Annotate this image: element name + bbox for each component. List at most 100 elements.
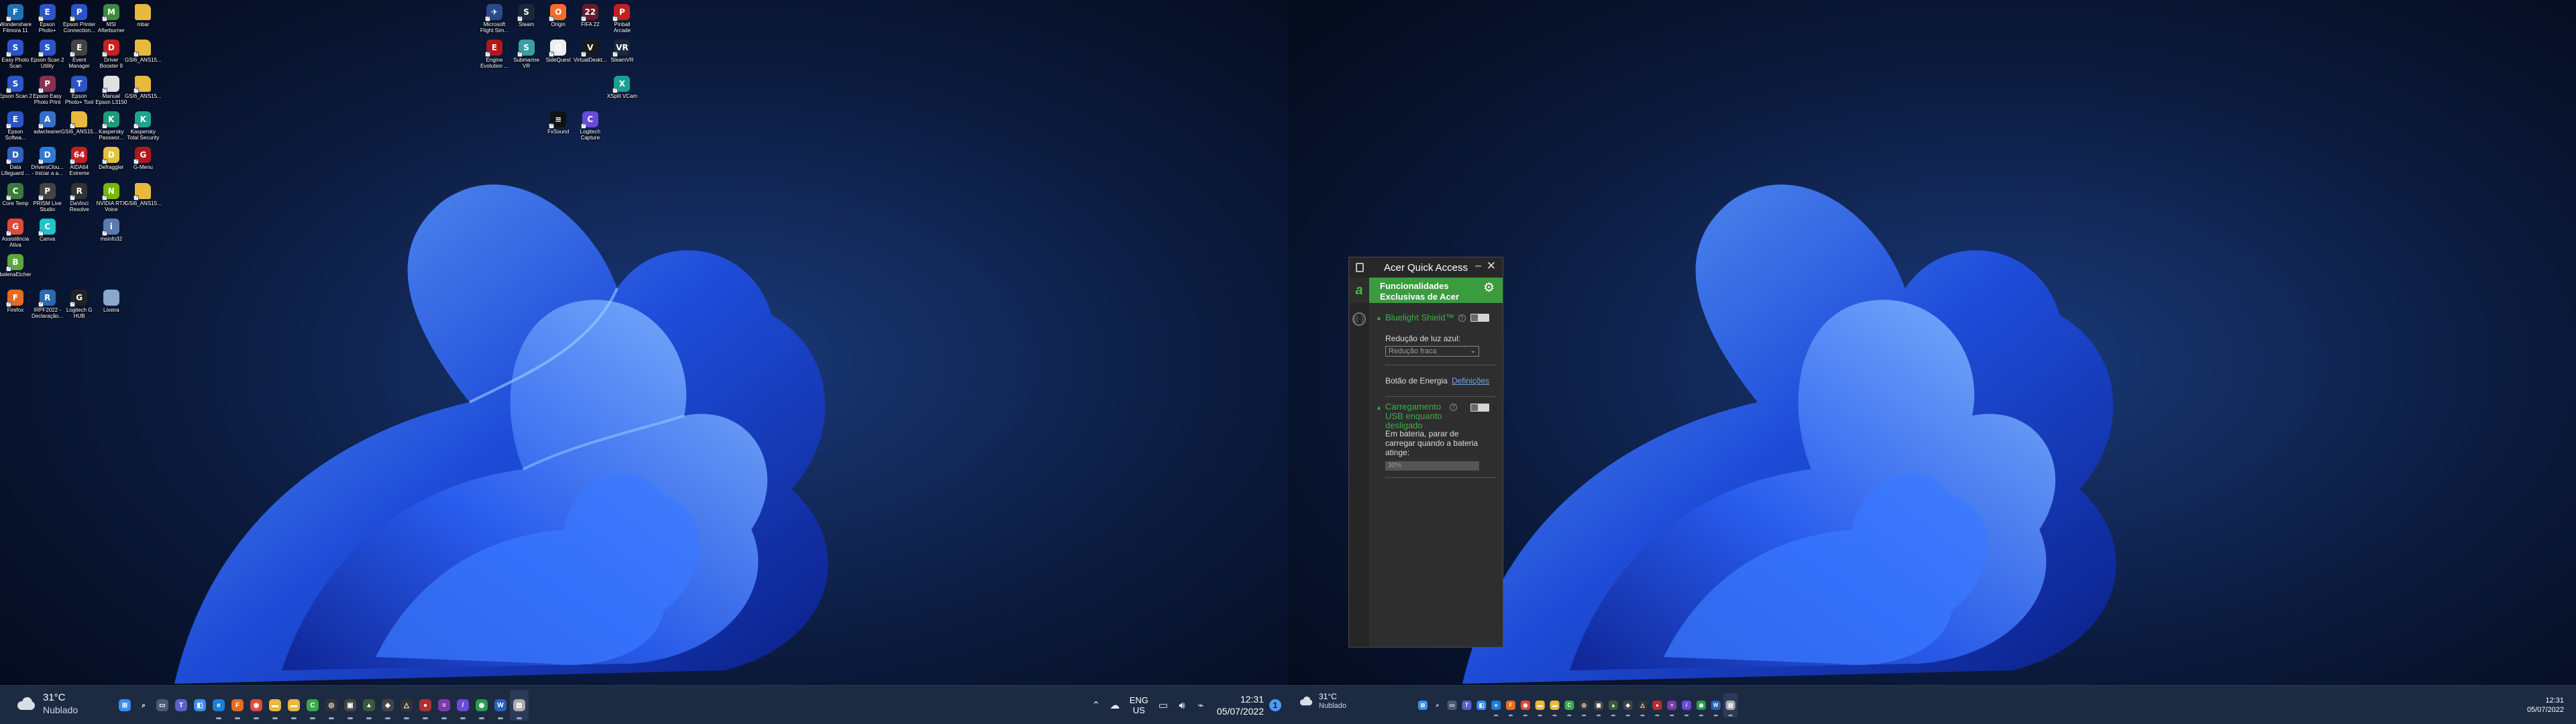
taskbar-button[interactable]: △ — [397, 690, 416, 721]
desktop-icon[interactable]: 22 ↗ FIFA 22 — [574, 1, 606, 38]
desktop-icon[interactable]: M ↗ MSI Afterburner — [95, 1, 127, 38]
desktop-icon[interactable]: ↗ GSI6_ANS15... — [125, 73, 162, 109]
desktop-icon[interactable]: K ↗ Kaspersky Passwor... — [95, 109, 127, 145]
desktop-icon[interactable]: F ↗ Firefox — [0, 287, 32, 323]
taskbar-button[interactable]: ◎ — [322, 690, 341, 721]
desktop-icon[interactable]: X ↗ XSplit VCam — [606, 73, 638, 109]
taskbar-button[interactable]: ◉ — [247, 690, 266, 721]
language-indicator[interactable]: ENG US — [1130, 695, 1148, 715]
desktop-icon[interactable]: P ↗ Epson Easy Photo Print — [32, 73, 64, 109]
taskbar-button[interactable]: ● — [1650, 693, 1664, 717]
desktop-icon[interactable]: S ↗ Easy Photo Scan — [0, 37, 32, 73]
taskbar-button[interactable]: e — [1489, 693, 1503, 717]
usb-charging-toggle[interactable] — [1470, 404, 1489, 412]
desktop-icon[interactable]: C ↗ Canva — [32, 216, 64, 252]
taskbar-button[interactable]: △ — [1635, 693, 1650, 717]
taskbar-button[interactable]: W — [491, 690, 510, 721]
taskbar-button[interactable]: ▣ — [341, 690, 360, 721]
minimize-button[interactable]: – — [1475, 260, 1481, 272]
desktop-icon[interactable]: P ↗ Pinball Arcade — [606, 1, 638, 38]
taskbar-button[interactable]: F — [228, 690, 247, 721]
taskbar-button[interactable]: ◉ — [472, 690, 491, 721]
desktop-icon[interactable]: D ↗ Data Lifeguard ... — [0, 144, 32, 180]
chevron-up-icon[interactable]: ⌃ — [1087, 696, 1106, 715]
desktop-icon[interactable]: A ↗ adwcleaner — [32, 109, 64, 145]
desktop-icon[interactable]: D ↗ DriversClou... - Iniciar a a... — [31, 144, 64, 180]
gear-icon[interactable]: ⚙ — [1483, 282, 1495, 294]
desktop-icon[interactable]: E ↗ Epson Photo+ — [32, 1, 64, 38]
taskbar-button[interactable]: T — [172, 690, 191, 721]
desktop-icon[interactable]: ✈ ↗ Microsoft Flight Sim... — [478, 1, 511, 38]
desktop-icon[interactable]: E ↗ Epson Softwa... — [0, 109, 32, 145]
desktop-icon[interactable]: ↗ GSI6_ANS15... — [125, 180, 162, 217]
taskbar-button[interactable]: ⌕ — [134, 690, 153, 721]
desktop-icon[interactable]: E ↗ Engine Evolution ... — [478, 37, 511, 73]
taskbar-button[interactable]: / — [453, 690, 472, 721]
desktop-icon[interactable]: ↗ GSI6_ANS15... — [125, 37, 162, 73]
desktop-icon[interactable]: S ↗ Steam — [511, 1, 543, 38]
desktop-icon[interactable]: Q ↗ SideQuest — [542, 37, 574, 73]
taskbar-button[interactable]: ⊞ — [115, 690, 134, 721]
desktop-icon[interactable]: S ↗ Epson Scan 2 Utility — [31, 37, 64, 73]
desktop-icon[interactable]: R ↗ IRPF2022 - Declaração... — [32, 287, 64, 323]
taskbar-button[interactable]: ◉ — [1694, 693, 1709, 717]
taskbar-button[interactable]: ▬ — [1533, 693, 1548, 717]
taskbar-button[interactable]: ◆ — [378, 690, 397, 721]
taskbar-button[interactable]: C — [303, 690, 322, 721]
taskbar-button[interactable]: ◉ — [1518, 693, 1533, 717]
taskbar-button[interactable]: ▬ — [266, 690, 284, 721]
desktop-icon[interactable]: VR ↗ SteamVR — [606, 37, 638, 73]
display-icon[interactable]: ▭ — [1154, 696, 1173, 715]
bluelight-toggle[interactable] — [1470, 314, 1489, 322]
taskbar-button[interactable]: ⌕ — [1430, 693, 1445, 717]
desktop-icon[interactable]: N ↗ NVIDIA RTX Voice — [95, 180, 127, 217]
desktop-icon[interactable]: D ↗ Driver Booster 9 — [95, 37, 127, 73]
taskbar-button[interactable]: ▬ — [1548, 693, 1562, 717]
collapse-triangle-icon[interactable]: ▲ — [1376, 404, 1385, 411]
desktop-icon[interactable]: K ↗ Kaspersky Total Security — [127, 109, 159, 145]
battery-threshold-input[interactable]: 30% — [1385, 461, 1479, 471]
taskbar-button[interactable]: / — [1679, 693, 1694, 717]
network-icon[interactable]: ⌁ — [1191, 696, 1210, 715]
taskbar-button[interactable]: ⊞ — [1415, 693, 1430, 717]
desktop-icon[interactable]: V ↗ VirtualDeskt... — [574, 37, 607, 73]
desktop-icon[interactable]: C ↗ Logitech Capture — [574, 109, 606, 145]
desktop-icon[interactable]: P ↗ PRISM Live Studio — [32, 180, 64, 217]
taskbar-button[interactable]: ◧ — [191, 690, 209, 721]
desktop-icon[interactable]: E ↗ Event Manager — [63, 37, 95, 73]
taskbar-button[interactable]: F — [1503, 693, 1518, 717]
clock[interactable]: 12:31 05/07/2022 — [1217, 693, 1264, 717]
power-button-settings-link[interactable]: Definições — [1452, 376, 1489, 385]
desktop-icon[interactable]: ↗ Manual Epson L3150 — [95, 73, 127, 109]
desktop-icon[interactable]: ≡ ↗ FxSound — [542, 109, 574, 145]
desktop-icon[interactable]: mbar — [127, 1, 159, 38]
clock[interactable]: 12:31 05/07/2022 — [2527, 696, 2564, 715]
close-button[interactable]: ✕ — [1487, 259, 1496, 273]
desktop-icon[interactable]: D ↗ Defraggler — [95, 144, 127, 180]
taskbar-button[interactable]: ◆ — [1621, 693, 1635, 717]
desktop-icon[interactable]: Lixeira — [95, 287, 127, 323]
taskbar-button[interactable]: ▭ — [153, 690, 172, 721]
notification-badge[interactable]: 1 — [1269, 699, 1281, 711]
desktop-icon[interactable]: S ↗ Submarine VR — [511, 37, 543, 73]
desktop-icon[interactable]: O ↗ Origin — [542, 1, 574, 38]
taskbar-button[interactable]: ● — [416, 690, 435, 721]
weather-widget[interactable]: 31°C Nublado — [1295, 692, 1346, 711]
taskbar-button[interactable]: ▬ — [284, 690, 303, 721]
taskbar-button[interactable]: ▲ — [360, 690, 378, 721]
taskbar-button[interactable]: ▣ — [1591, 693, 1606, 717]
desktop-icon[interactable]: C ↗ Core Temp — [0, 180, 32, 217]
collapse-triangle-icon[interactable]: ▲ — [1376, 314, 1385, 321]
taskbar-button[interactable]: ▤ — [510, 690, 529, 721]
desktop-icon[interactable]: G ↗ Logitech G HUB — [63, 287, 95, 323]
volume-icon[interactable]: 🔊︎ — [1173, 696, 1191, 715]
info-icon[interactable]: ? — [1450, 404, 1457, 411]
taskbar-button[interactable]: W — [1709, 693, 1723, 717]
onedrive-icon[interactable]: ☁ — [1106, 696, 1124, 715]
desktop-icon[interactable]: F ↗ Wondershare Filmora 11 — [0, 1, 32, 38]
desktop-icon[interactable]: G ↗ G-Menu — [127, 144, 159, 180]
taskbar-button[interactable]: ≡ — [435, 690, 453, 721]
taskbar-button[interactable]: T — [1460, 693, 1474, 717]
taskbar-button[interactable]: e — [209, 690, 228, 721]
taskbar-button[interactable]: ◧ — [1474, 693, 1489, 717]
